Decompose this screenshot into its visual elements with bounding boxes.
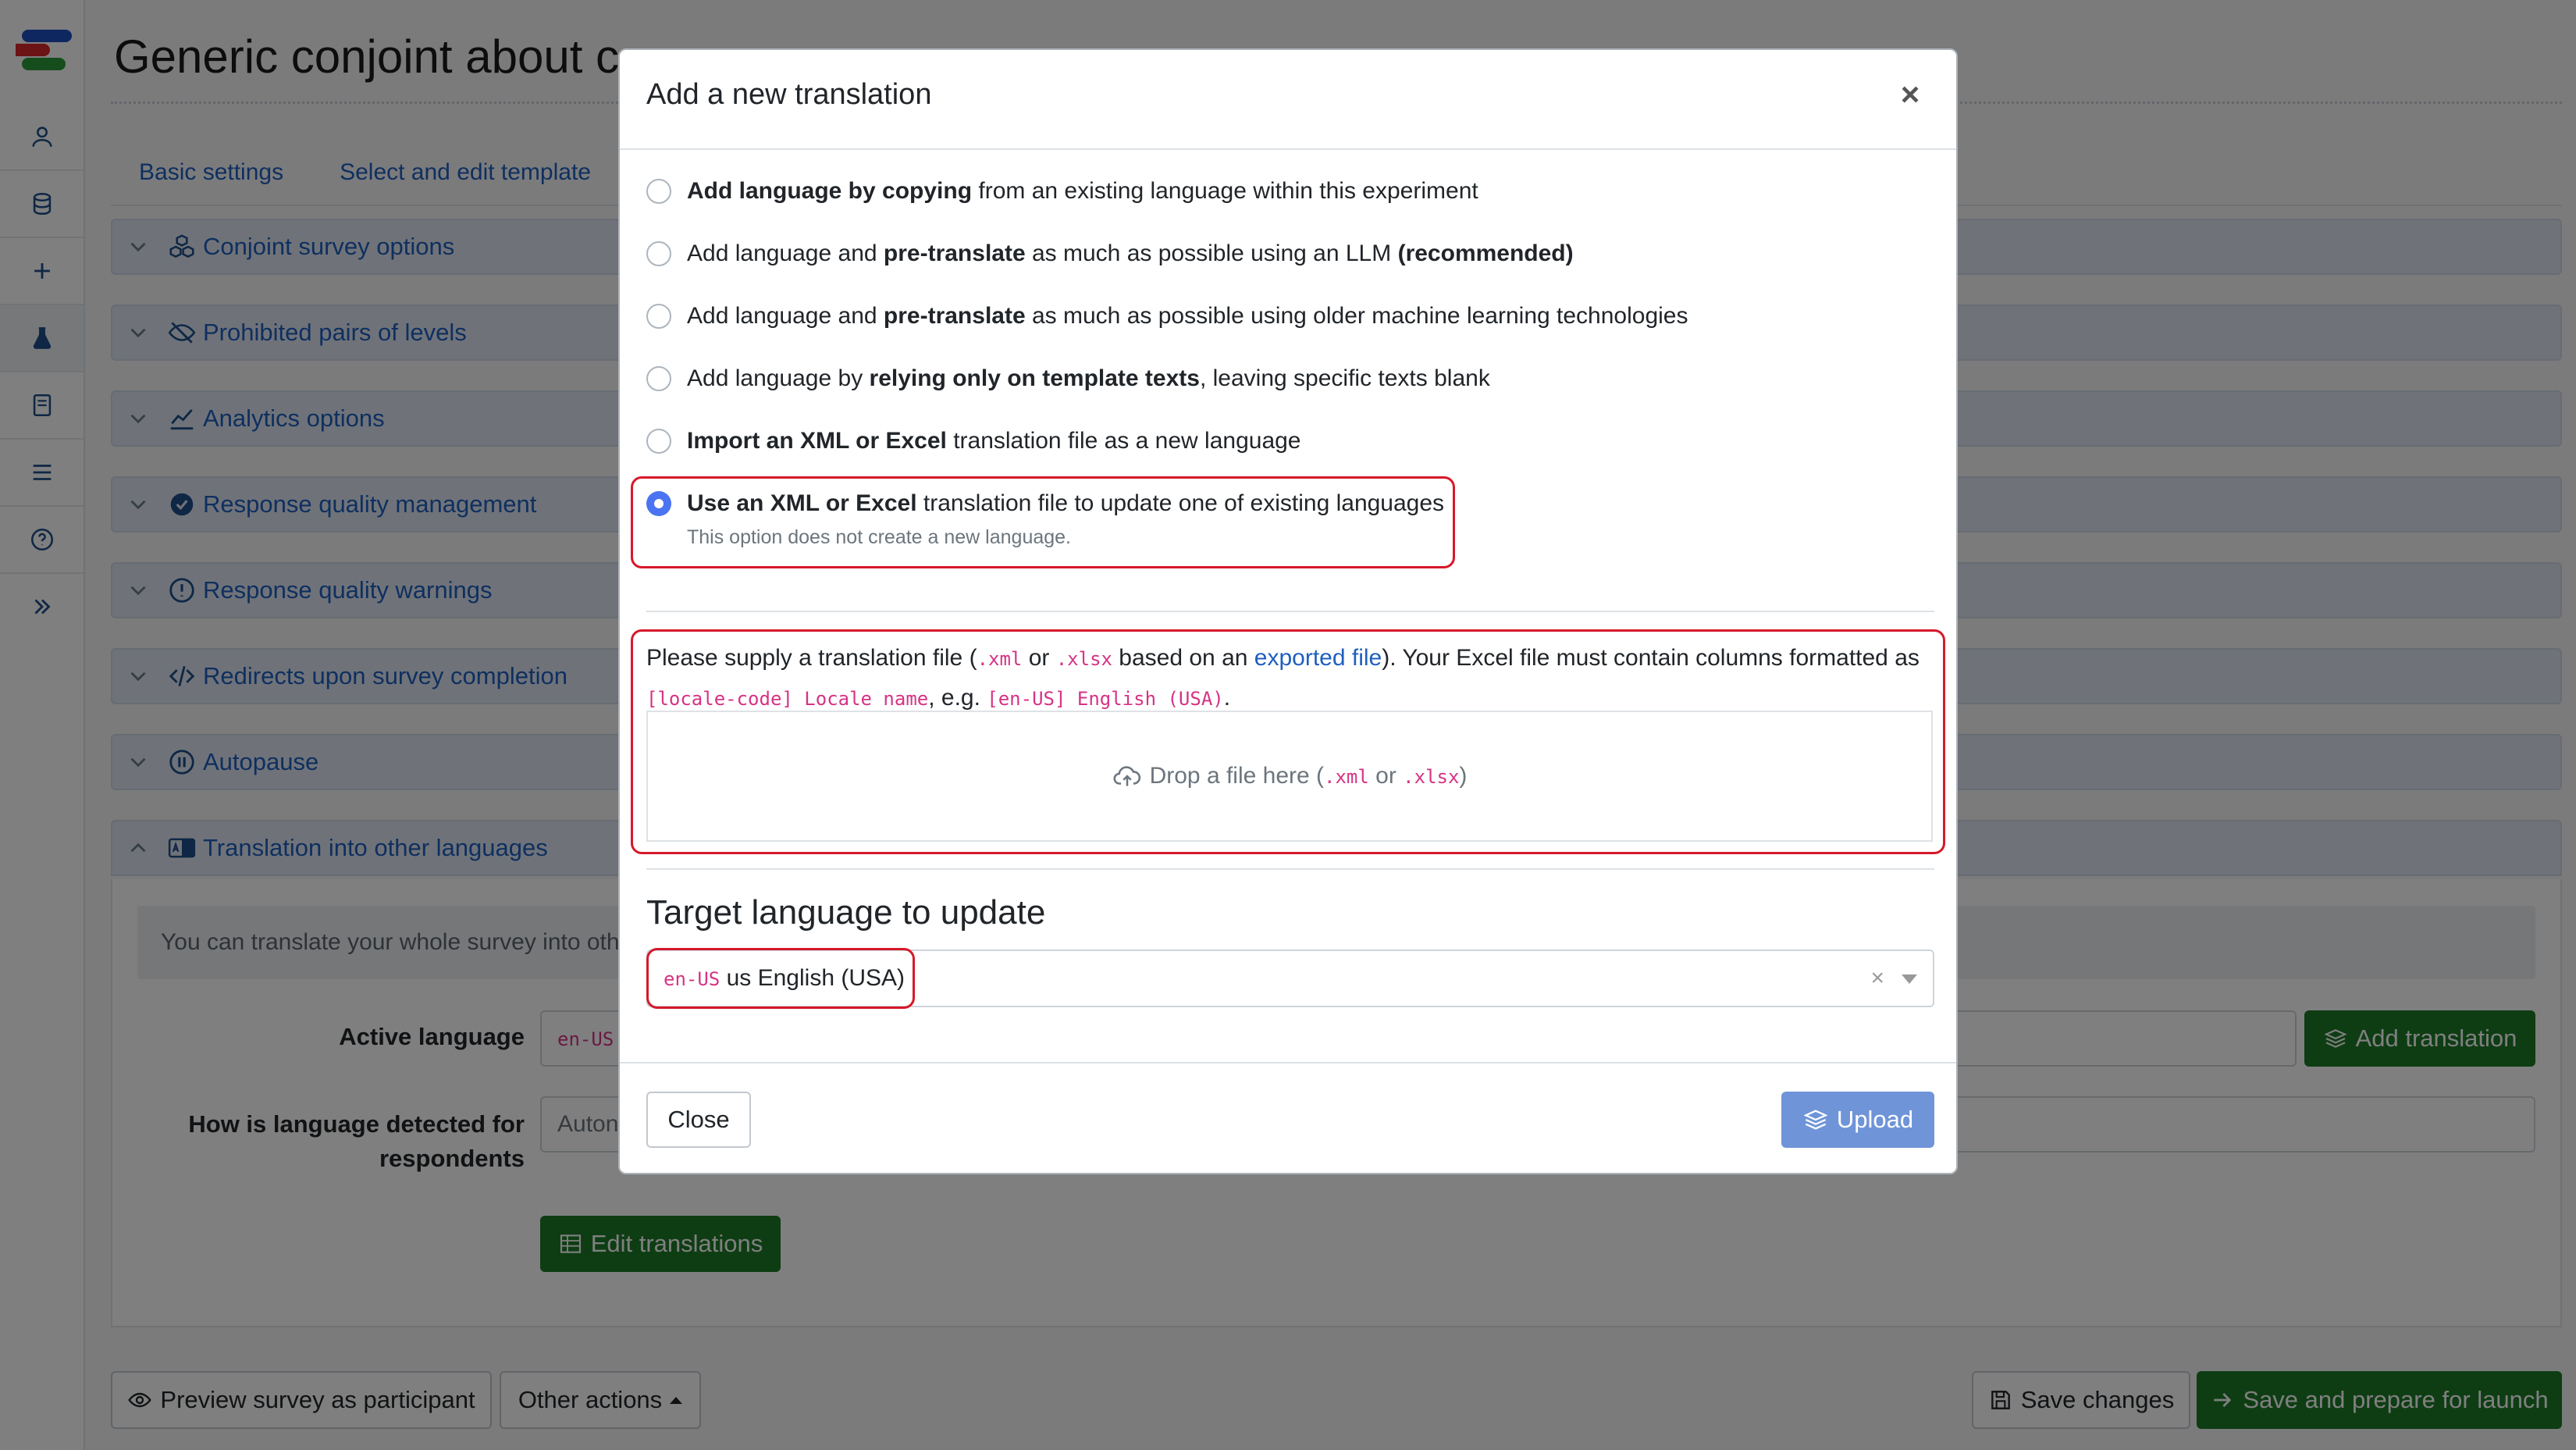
target-language-heading: Target language to update — [646, 893, 1046, 932]
app-root: Generic conjoint about c Basic settings … — [0, 0, 2576, 1450]
radio-icon[interactable] — [646, 304, 671, 329]
close-button[interactable]: Close — [646, 1092, 751, 1148]
highlight-target-value — [646, 948, 915, 1009]
upload-label: Upload — [1836, 1106, 1914, 1133]
modal-close-icon[interactable]: × — [1892, 77, 1928, 112]
modal-title: Add a new translation — [646, 78, 932, 111]
option-label: Add language and pre-translate as much a… — [687, 240, 1574, 266]
chevron-down-icon[interactable] — [1902, 974, 1917, 984]
option-import-file[interactable]: Import an XML or Excel translation file … — [646, 428, 1301, 454]
option-pretranslate-ml[interactable]: Add language and pre-translate as much a… — [646, 303, 1688, 330]
option-template-texts[interactable]: Add language by relying only on template… — [646, 365, 1490, 392]
radio-icon[interactable] — [646, 366, 671, 391]
layers-plus-icon — [1803, 1110, 1828, 1130]
radio-icon[interactable] — [646, 241, 671, 266]
option-label: Add language by copying from an existing… — [687, 178, 1478, 204]
modal-divider — [646, 611, 1934, 612]
modal-divider — [646, 868, 1934, 870]
modal-footer-divider — [620, 1062, 1956, 1063]
close-label: Close — [667, 1106, 730, 1133]
radio-icon[interactable] — [646, 429, 671, 454]
option-label: Import an XML or Excel translation file … — [687, 428, 1301, 454]
option-label: Add language and pre-translate as much a… — [687, 303, 1688, 329]
option-label: Add language by relying only on template… — [687, 365, 1490, 391]
option-pretranslate-llm[interactable]: Add language and pre-translate as much a… — [646, 240, 1574, 267]
option-copy-language[interactable]: Add language by copying from an existing… — [646, 178, 1478, 205]
clear-selection-icon[interactable]: × — [1870, 951, 1884, 1006]
highlight-file-section — [631, 629, 1945, 854]
upload-button[interactable]: Upload — [1781, 1092, 1934, 1148]
modal-header: Add a new translation × — [620, 50, 1956, 150]
highlight-selected-option — [631, 476, 1455, 568]
radio-icon[interactable] — [646, 179, 671, 204]
add-translation-modal: Add a new translation × Add language by … — [618, 48, 1958, 1174]
